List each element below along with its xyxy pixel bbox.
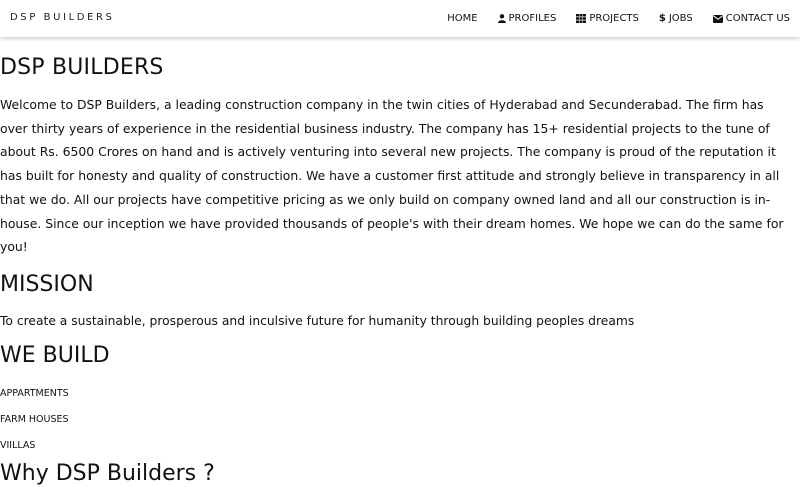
nav-home-label: HOME [447,13,478,24]
why-heading: Why DSP Builders ? [0,460,215,486]
main-nav: HOME PROFILES PROJECTS $ JOBS CONTACT US [447,0,790,37]
nav-profiles-label: PROFILES [508,13,557,24]
main-content: DSP BUILDERS Welcome to DSP Builders, a … [0,37,800,487]
nav-projects[interactable]: PROJECTS [576,13,639,24]
we-build-heading: WE BUILD [0,342,110,368]
dollar-icon: $ [658,13,666,24]
grid-icon [576,14,587,23]
brand-logo-text[interactable]: DSP BUILDERS [10,12,114,23]
nav-projects-label: PROJECTS [589,13,639,24]
envelope-icon [712,14,723,23]
build-list: APPARTMENTS FARM HOUSES VIILLAS [0,381,788,459]
list-item: APPARTMENTS [0,387,69,399]
nav-contact-label: CONTACT US [725,13,790,24]
top-navbar: DSP BUILDERS HOME PROFILES PROJECTS $ JO… [0,0,800,37]
mission-heading: MISSION [0,271,94,297]
nav-jobs-label: JOBS [668,13,693,24]
list-item: VIILLAS [0,439,36,451]
list-item: FARM HOUSES [0,413,69,425]
user-icon [497,14,506,23]
nav-jobs[interactable]: $ JOBS [659,13,693,24]
intro-paragraph: Welcome to DSP Builders, a leading const… [0,97,784,255]
page-title: DSP BUILDERS [0,55,164,80]
nav-profiles[interactable]: PROFILES [497,13,557,24]
nav-home[interactable]: HOME [447,13,477,24]
nav-contact[interactable]: CONTACT US [712,13,790,24]
mission-text: To create a sustainable, prosperous and … [0,313,635,328]
